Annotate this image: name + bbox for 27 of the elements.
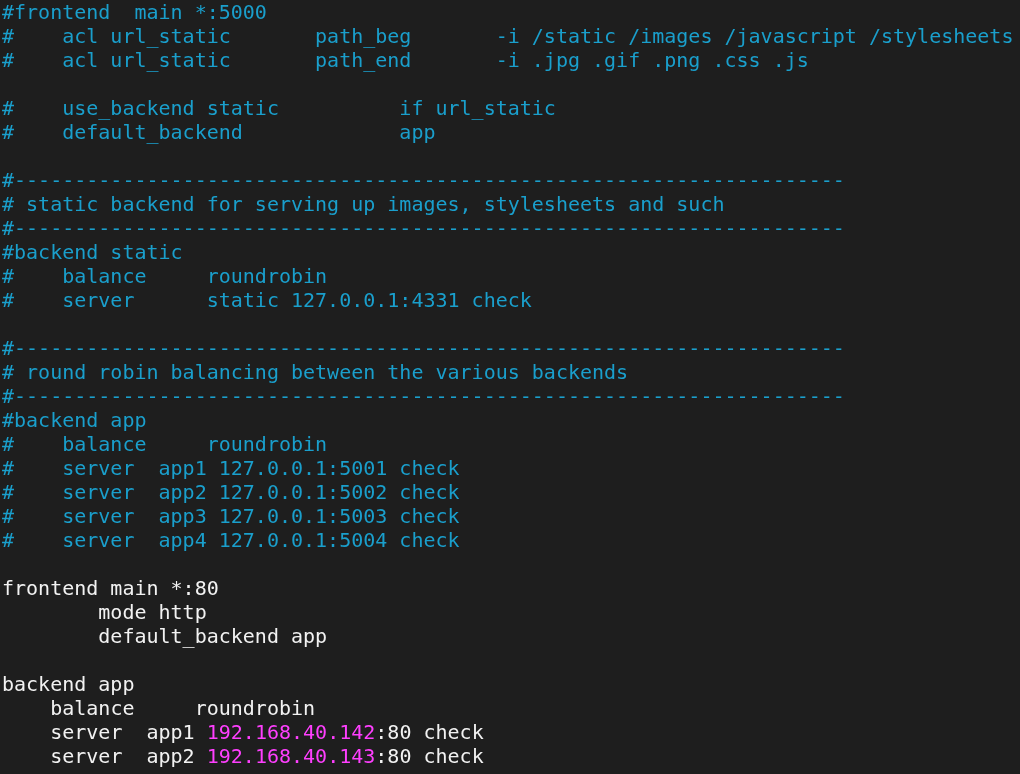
comment-line: # static backend for serving up images, stylesheets and such — [2, 192, 725, 216]
comment-line: # default_backend app — [2, 120, 436, 144]
comment-line: #backend app — [2, 408, 147, 432]
config-line: server app2 192.168.40.143:80 check — [50, 744, 484, 768]
comment-line: #backend static — [2, 240, 183, 264]
config-line: mode http — [98, 600, 207, 624]
comment-line: #--------------------------------------------------------------------- — [2, 384, 845, 408]
comment-line: # balance roundrobin — [2, 264, 328, 288]
config-line: frontend main *:80 — [2, 576, 219, 600]
comment-line: # acl url_static path_beg -i /static /images /javascript /stylesheets — [2, 24, 1014, 48]
comment-line: # server app2 127.0.0.1:5002 check — [2, 480, 460, 504]
comment-line: # balance roundrobin — [2, 432, 328, 456]
comment-line: #--------------------------------------------------------------------- — [2, 336, 845, 360]
comment-line: # acl url_static path_end -i .jpg .gif .png .css .js — [2, 48, 809, 72]
comment-line: #--------------------------------------------------------------------- — [2, 168, 845, 192]
config-line: default_backend app — [98, 624, 328, 648]
config-line: backend app — [2, 672, 135, 696]
comment-line: # round robin balancing between the various backends — [2, 360, 629, 384]
comment-line: #frontend main *:5000 — [2, 0, 267, 24]
comment-line: # server app4 127.0.0.1:5004 check — [2, 528, 460, 552]
comment-line: # server app3 127.0.0.1:5003 check — [2, 504, 460, 528]
config-line: balance roundrobin — [50, 696, 316, 720]
config-line: server app1 192.168.40.142:80 check — [50, 720, 484, 744]
comment-line: # use_backend static if url_static — [2, 96, 556, 120]
comment-line: # server app1 127.0.0.1:5001 check — [2, 456, 460, 480]
comment-line: #--------------------------------------------------------------------- — [2, 216, 845, 240]
comment-line: # server static 127.0.0.1:4331 check — [2, 288, 532, 312]
